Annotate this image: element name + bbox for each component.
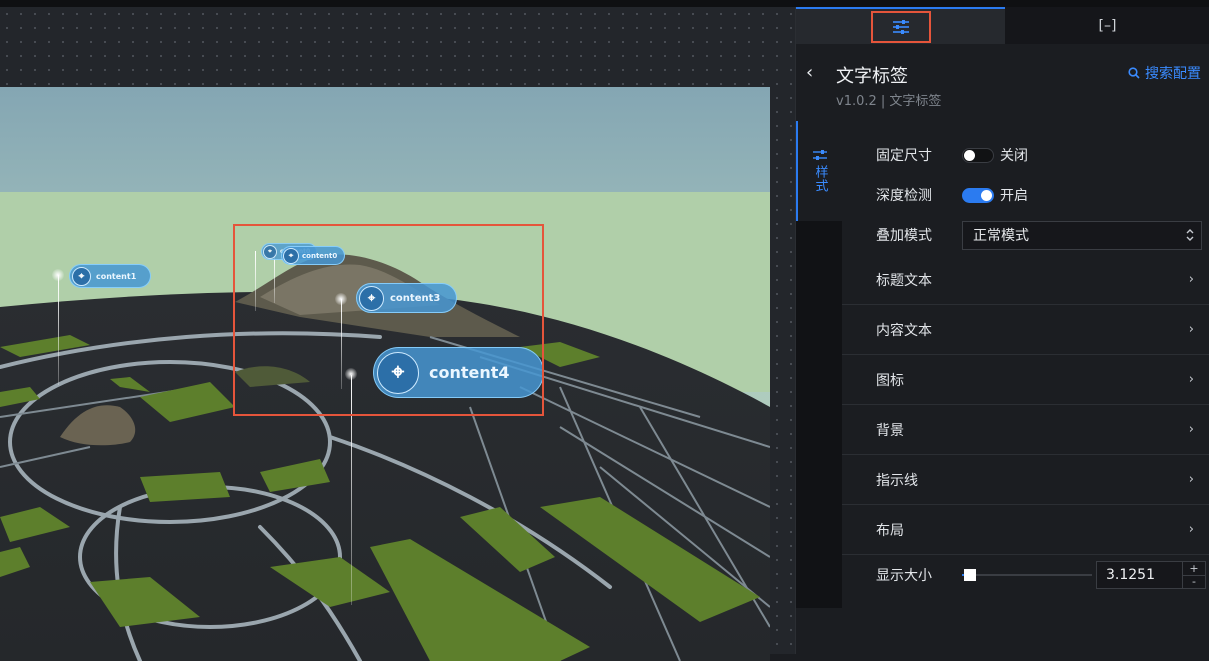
indicator-line bbox=[255, 251, 256, 311]
side-tab-bar: 样式 bbox=[796, 121, 842, 608]
search-config-label: 搜索配置 bbox=[1145, 66, 1201, 82]
section-label: 布局 bbox=[876, 522, 904, 539]
indicator-line bbox=[351, 375, 352, 605]
section-icon[interactable]: 图标 › bbox=[842, 355, 1209, 405]
config-panel: [–] ‹ 文字标签 v1.0.2 | 文字标签 搜索配置 样式 固定尺寸 关闭… bbox=[795, 7, 1209, 654]
side-tab-label: 样式 bbox=[812, 165, 828, 193]
label-text: content4 bbox=[429, 363, 510, 382]
chevron-right-icon: › bbox=[1188, 372, 1194, 387]
section-label: 内容文本 bbox=[876, 322, 932, 339]
depth-test-label: 深度检测 bbox=[876, 188, 932, 204]
depth-test-state: 开启 bbox=[1000, 188, 1028, 204]
text-label-marker[interactable]: ⌖ content0 bbox=[281, 246, 345, 265]
search-config-link[interactable]: 搜索配置 bbox=[1128, 63, 1201, 83]
indicator-line bbox=[341, 299, 342, 389]
component-version: v1.0.2 | 文字标签 bbox=[836, 94, 942, 109]
back-arrow-icon[interactable]: ‹ bbox=[806, 62, 822, 83]
indicator-line bbox=[58, 275, 59, 385]
chevron-right-icon: › bbox=[1188, 472, 1194, 487]
tab-data-panel[interactable]: [–] bbox=[1005, 7, 1209, 44]
switch-knob bbox=[964, 149, 975, 161]
depth-test-row: 深度检测 开启 bbox=[842, 183, 1209, 207]
section-label: 指示线 bbox=[876, 472, 918, 489]
indicator-dot bbox=[345, 368, 357, 380]
chevron-right-icon: › bbox=[1188, 422, 1194, 437]
switch-knob bbox=[981, 189, 992, 201]
city-scene-preview[interactable]: ⌖ content1 ⌖ content0 ⌖ content0 ⌖ conte… bbox=[0, 87, 770, 661]
increment-button[interactable]: + bbox=[1183, 562, 1205, 576]
blend-mode-value: 正常模式 bbox=[973, 228, 1029, 244]
fixed-size-state: 关闭 bbox=[1000, 148, 1028, 164]
sliders-icon bbox=[892, 19, 909, 34]
display-size-row: 显示大小 3.1251 + - bbox=[842, 560, 1209, 590]
indicator-dot bbox=[335, 293, 347, 305]
blend-mode-row: 叠加模式 正常模式 bbox=[842, 220, 1209, 250]
decrement-button[interactable]: - bbox=[1183, 576, 1205, 589]
text-label-marker[interactable]: ⌖ content3 bbox=[356, 283, 457, 313]
text-label-marker[interactable]: ⌖ content4 bbox=[373, 347, 544, 398]
panel-tabs: [–] bbox=[796, 7, 1209, 44]
section-layout[interactable]: 布局 › bbox=[842, 505, 1209, 555]
section-content-text[interactable]: 内容文本 › bbox=[842, 305, 1209, 355]
section-indicator-line[interactable]: 指示线 › bbox=[842, 455, 1209, 505]
display-size-slider[interactable] bbox=[962, 568, 1092, 582]
fixed-size-row: 固定尺寸 关闭 bbox=[842, 143, 1209, 167]
tab-highlight bbox=[870, 10, 931, 43]
component-title: 文字标签 bbox=[836, 66, 908, 87]
label-logo-icon: ⌖ bbox=[72, 266, 91, 286]
slider-track bbox=[962, 574, 1092, 576]
label-logo-icon: ⌖ bbox=[359, 285, 384, 311]
blend-mode-select[interactable]: 正常模式 bbox=[962, 220, 1202, 250]
chevron-right-icon: › bbox=[1188, 272, 1194, 287]
section-label: 图标 bbox=[876, 372, 904, 389]
display-size-value: 3.1251 bbox=[1106, 567, 1155, 583]
bracket-icon: [–] bbox=[1098, 17, 1117, 34]
display-size-label: 显示大小 bbox=[876, 568, 932, 584]
sliders-icon bbox=[813, 150, 827, 160]
chevron-up-down-icon bbox=[1186, 229, 1194, 241]
fixed-size-label: 固定尺寸 bbox=[876, 148, 932, 164]
side-tab-style[interactable]: 样式 bbox=[796, 121, 842, 221]
blend-mode-label: 叠加模式 bbox=[876, 228, 932, 244]
text-label-marker[interactable]: ⌖ content1 bbox=[69, 264, 151, 288]
chevron-right-icon: › bbox=[1188, 522, 1194, 537]
section-title-text[interactable]: 标题文本 › bbox=[842, 255, 1209, 305]
label-text: content1 bbox=[96, 271, 137, 281]
indicator-dot bbox=[52, 269, 64, 281]
editor-canvas[interactable]: ⌖ content1 ⌖ content0 ⌖ content0 ⌖ conte… bbox=[0, 7, 795, 661]
fixed-size-switch[interactable] bbox=[962, 147, 994, 163]
tab-style-settings[interactable] bbox=[796, 7, 1005, 44]
section-background[interactable]: 背景 › bbox=[842, 405, 1209, 455]
label-text: content3 bbox=[390, 292, 441, 304]
chevron-right-icon: › bbox=[1188, 322, 1194, 337]
depth-test-switch[interactable] bbox=[962, 187, 994, 203]
search-icon bbox=[1128, 67, 1140, 79]
display-size-input[interactable]: 3.1251 + - bbox=[1096, 561, 1206, 589]
stepper: + - bbox=[1182, 562, 1205, 588]
section-label: 背景 bbox=[876, 422, 904, 439]
indicator-line bbox=[274, 253, 275, 303]
label-logo-icon: ⌖ bbox=[283, 247, 299, 264]
label-text: content0 bbox=[302, 251, 338, 260]
section-label: 标题文本 bbox=[876, 272, 932, 289]
slider-thumb[interactable] bbox=[964, 569, 977, 581]
top-bar bbox=[0, 0, 1209, 7]
label-logo-icon: ⌖ bbox=[377, 351, 419, 394]
label-logo-icon: ⌖ bbox=[263, 244, 277, 259]
